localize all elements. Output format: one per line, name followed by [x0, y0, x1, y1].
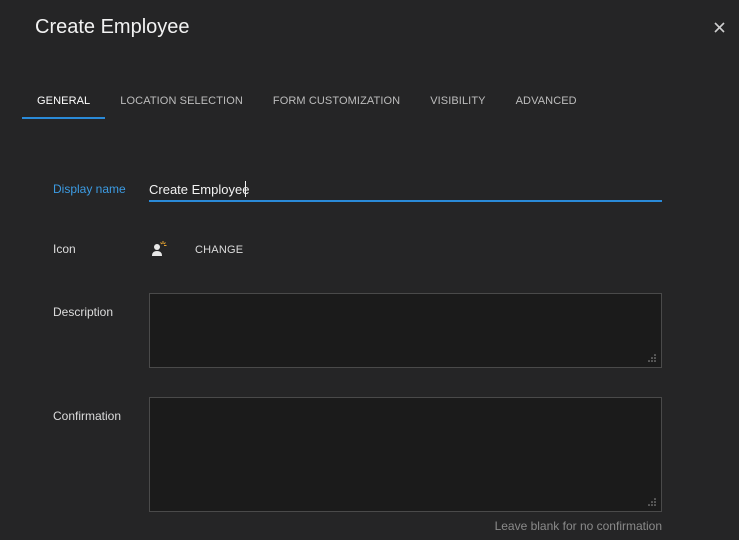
change-icon-button[interactable]: CHANGE	[195, 244, 243, 256]
tab-visibility[interactable]: VISIBILITY	[415, 86, 500, 119]
display-name-label: Display name	[53, 182, 126, 196]
dialog-title: Create Employee	[35, 16, 190, 38]
resize-grip-icon[interactable]	[647, 353, 657, 363]
close-button[interactable]	[706, 14, 732, 40]
description-label: Description	[53, 305, 114, 319]
confirmation-label: Confirmation	[53, 409, 122, 423]
close-icon	[713, 21, 725, 33]
description-textarea[interactable]	[149, 293, 662, 368]
text-caret	[245, 181, 246, 197]
confirmation-hint: Leave blank for no confirmation	[494, 519, 662, 533]
person-add-icon[interactable]	[151, 240, 167, 258]
tab-advanced[interactable]: ADVANCED	[501, 86, 592, 119]
tab-form-customization[interactable]: FORM CUSTOMIZATION	[258, 86, 415, 119]
resize-grip-icon[interactable]	[647, 497, 657, 507]
display-name-input[interactable]	[149, 178, 662, 202]
tab-general[interactable]: GENERAL	[22, 86, 106, 119]
create-employee-dialog: Create Employee GENERAL LOCATION SELECTI…	[0, 0, 739, 540]
confirmation-textarea[interactable]	[149, 397, 662, 512]
tab-location-selection[interactable]: LOCATION SELECTION	[105, 86, 258, 119]
icon-label: Icon	[53, 242, 76, 256]
tab-bar: GENERAL LOCATION SELECTION FORM CUSTOMIZ…	[22, 86, 592, 119]
